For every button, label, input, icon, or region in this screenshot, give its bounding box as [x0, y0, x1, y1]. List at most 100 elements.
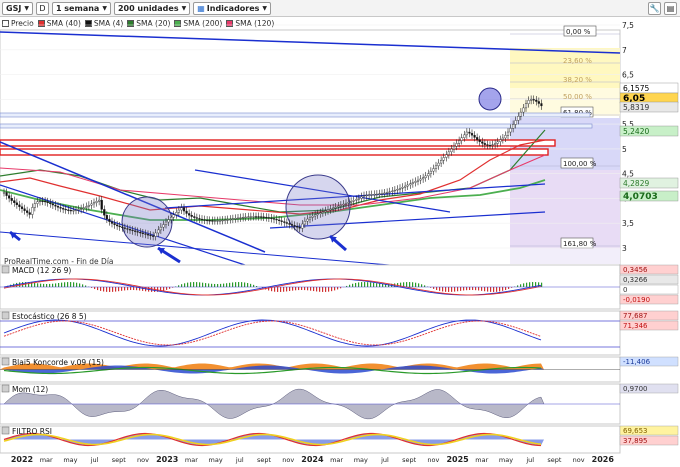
candle: [519, 111, 522, 117]
candle: [144, 233, 147, 235]
candle: [175, 212, 178, 215]
fib-label: 38,20 %: [563, 76, 592, 84]
macd-hist-bar: [223, 283, 225, 287]
candle: [398, 188, 402, 190]
macd-hist-bar: [247, 283, 249, 287]
candle: [293, 225, 296, 227]
panel-title: MACD (12 26 9): [12, 266, 71, 275]
timeframe-selector[interactable]: 1 semana ▼: [51, 1, 111, 15]
time-tick-label: nov: [427, 456, 439, 464]
macd-hist-bar: [295, 287, 297, 291]
d-button[interactable]: D: [35, 1, 49, 15]
sma200-line: [0, 179, 546, 221]
symbol-selector[interactable]: GSJ ▼: [2, 1, 33, 15]
candle: [41, 200, 44, 203]
macd-hist-bar: [76, 282, 78, 287]
candle: [342, 203, 345, 206]
macd-hist-bar: [406, 282, 408, 287]
candle: [494, 143, 497, 145]
macd-hist-bar: [70, 282, 72, 287]
macd-hist-bar: [82, 284, 84, 287]
candle: [5, 192, 8, 196]
macd-hist-bar: [409, 282, 411, 287]
candle: [442, 157, 445, 161]
macd-hist-bar: [493, 287, 495, 292]
macd-hist-bar: [49, 283, 51, 287]
candle: [386, 192, 389, 194]
candle: [262, 216, 265, 218]
candle: [388, 191, 391, 193]
indicators-button[interactable]: ▦ Indicadores ▼: [193, 1, 272, 15]
candle: [406, 184, 409, 187]
candle: [182, 207, 186, 212]
indicator-panel-macd: MACD (12 26 9) 0,3456 0,3266 0 -0,0190: [0, 264, 679, 310]
support-zone-box: [0, 139, 556, 147]
candle: [347, 202, 350, 204]
macd-hist-bar: [379, 283, 381, 287]
macd-hist-bar: [280, 287, 282, 292]
sma120-line: [0, 154, 546, 206]
macd-hist-bar: [196, 282, 198, 287]
fib-label: 100,00 %: [563, 160, 597, 168]
macd-hist-bar: [283, 287, 285, 292]
candle: [118, 225, 121, 228]
macd-hist-bar: [124, 287, 126, 291]
wrench-icon[interactable]: 🔧: [648, 1, 661, 15]
macd-hist-bar: [520, 284, 522, 287]
candle: [537, 101, 540, 104]
price-tick-label: 5: [622, 145, 627, 154]
candle: [509, 128, 512, 133]
candle: [316, 213, 319, 216]
candle: [105, 215, 108, 220]
candle: [121, 226, 124, 228]
candle: [2, 192, 6, 194]
macd-hist-bar: [529, 282, 531, 287]
macd-hist-bar: [226, 283, 228, 287]
panel-title: Mom (12): [12, 385, 48, 394]
calendar-icon[interactable]: ▤: [664, 1, 677, 15]
candle: [159, 226, 162, 231]
candle: [365, 194, 368, 197]
chart-canvas[interactable]: 0,00 %23,60 %38,20 %50,00 %61,80 %100,00…: [0, 18, 680, 467]
macd-hist-bar: [79, 283, 81, 287]
macd-hist-bar: [202, 282, 204, 287]
time-tick-label: nov: [282, 456, 294, 464]
candle: [512, 124, 515, 129]
panel-value-label: -11,406: [623, 358, 651, 366]
macd-hist-bar: [94, 287, 96, 290]
candle: [391, 190, 394, 192]
units-selector[interactable]: 200 unidades ▼: [113, 1, 191, 15]
candle: [298, 227, 301, 229]
candle: [139, 232, 142, 234]
macd-hist-bar: [307, 287, 309, 291]
macd-hist-bar: [502, 287, 504, 291]
macd-hist-bar: [232, 282, 234, 287]
macd-hist-bar: [376, 283, 378, 287]
candle: [481, 141, 484, 144]
indicator-panel-stoch: Estocástico (26 8 5) 77,687 71,346: [0, 310, 679, 356]
macd-hist-bar: [67, 282, 69, 287]
candle: [288, 223, 291, 225]
panel-value-label: 0,3456: [623, 266, 648, 274]
candle: [108, 218, 111, 222]
candle: [375, 193, 378, 196]
candle: [455, 143, 458, 147]
panel-swatch: [1, 357, 10, 366]
candle: [149, 234, 152, 237]
macd-hist-bar: [238, 282, 240, 287]
indicators-icon: ▦: [197, 3, 205, 13]
candle: [54, 204, 57, 207]
panel-swatch: [1, 384, 10, 393]
candle: [278, 219, 281, 221]
candle: [152, 235, 155, 237]
candle: [486, 144, 489, 146]
time-tick-label: mar: [40, 456, 53, 464]
chevron-down-icon: ▼: [102, 4, 107, 12]
fib-label: 161,80 %: [563, 240, 597, 248]
panel-swatch: [1, 311, 10, 320]
price-badge-label: 5,8319: [623, 103, 649, 112]
macd-hist-bar: [349, 284, 351, 287]
candle: [62, 208, 65, 210]
candle: [319, 212, 322, 214]
candle: [465, 131, 468, 136]
